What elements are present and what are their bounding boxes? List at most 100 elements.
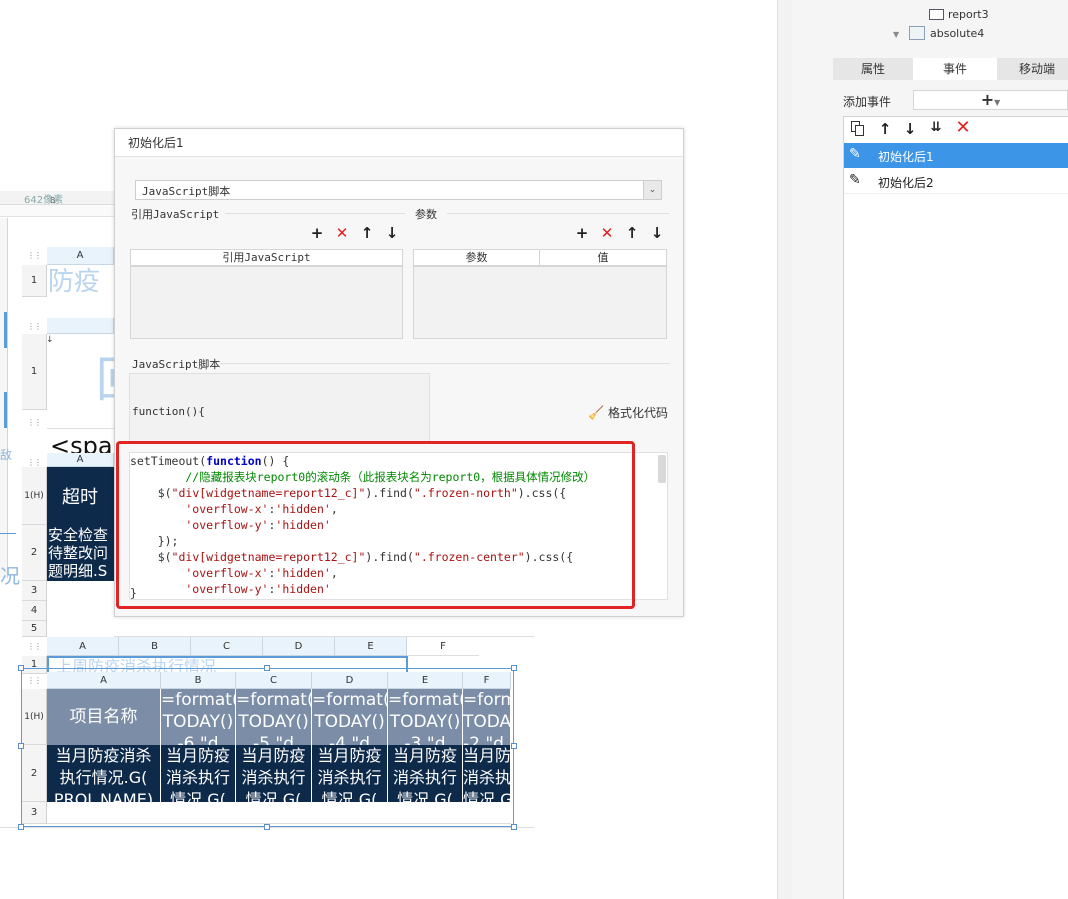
resize-handle-tm[interactable] [264,665,270,671]
grid1-grip[interactable]: ⋮⋮ [27,251,42,260]
left-blue-mark-2 [4,392,7,428]
grid4-grip[interactable]: ⋮⋮ [27,642,42,651]
resize-handle-mr[interactable] [511,743,517,749]
grid4-col-f[interactable]: F [407,637,479,656]
resize-handle-ml[interactable] [18,743,24,749]
ref-js-table[interactable] [130,266,403,339]
grid5-body-f: 当月防疫 消杀执行 情况.G( [463,745,511,802]
tab-properties[interactable]: 属性 [833,58,913,80]
add-event-caret-icon: ▼ [994,98,1001,107]
format-code-button[interactable]: 🧹 格式化代码 [588,404,668,422]
tree-absolute4-label[interactable]: absolute4 [930,27,984,40]
grid5-col-e[interactable]: E [388,672,463,689]
param-delete-icon[interactable]: ✕ [599,225,615,241]
grid5-col-a[interactable]: A [47,672,161,689]
grid5-body-e-text: 当月防疫 消杀执行 情况.G( [392,746,457,802]
grid5-body-d: 当月防疫 消杀执行 情况.G( [312,745,388,802]
grid1-row-1[interactable]: 1 [22,265,47,297]
grid1-col-a[interactable]: A [47,247,114,265]
grid5-col-c[interactable]: C [236,672,312,689]
grid5-row-1h[interactable]: 1(H) [22,689,47,745]
params-column-param[interactable]: 参数 [413,249,540,266]
grid5-header-f-formula: =format( TODAY() [463,690,510,732]
grid2-col-header[interactable] [47,318,114,334]
grid2-arrow: ↓ [46,335,54,345]
grid5-header-c-tail: -5,"d [253,734,294,745]
ref-js-section-label: 引用JavaScript [131,208,220,221]
grid4-col-b[interactable]: B [119,637,191,656]
grid5-header-b-tail: -6,"d [177,734,219,745]
edit-icon: ✎ [849,172,861,188]
side-blue-border [0,533,16,534]
tree-report3-icon [929,9,944,20]
move-down-icon[interactable]: ↓ [902,121,918,137]
tab-mobile[interactable]: 移动端 [997,58,1068,80]
tree-report3-label[interactable]: report3 [948,8,989,21]
event-item-1[interactable]: ✎ 初始化后1 [844,143,1068,168]
panel-scroll-strip[interactable] [777,0,792,899]
grid3-row-2[interactable]: 2 [22,525,47,581]
param-down-icon[interactable]: ↓ [649,225,665,241]
resize-handle-bm[interactable] [264,824,270,830]
grid3-row-4[interactable]: 4 [22,601,47,621]
grid2b-row [47,411,114,429]
grid5-grip[interactable]: ⋮⋮ [27,676,42,685]
grid5-header-c-formula: =format( TODAY() [236,690,312,732]
grid4-col-c[interactable]: C [191,637,263,656]
params-table[interactable] [413,266,667,339]
grid1-cell: 防疫 [48,267,101,297]
grid5-header-e: =format( TODAY() -3,"d [388,689,463,745]
grid3-col-a[interactable]: A [47,453,114,467]
grid3-grip[interactable]: ⋮⋮ [27,458,42,467]
grid5-row-3[interactable]: 3 [22,802,47,824]
ref-delete-icon[interactable]: ✕ [334,225,350,241]
grid5-body-first: 当月防疫消杀 执行情况.G( PROJ_NAME) [47,745,161,802]
grid4-col-e[interactable]: E [335,637,407,656]
add-event-dropdown[interactable]: +▼ [913,90,1068,110]
code-scrollbar[interactable] [658,455,666,483]
script-type-select[interactable]: JavaScript脚本 ⌄ [135,180,662,200]
move-bottom-icon[interactable]: ⇊ [928,120,944,136]
copy-icon[interactable] [851,121,865,136]
param-add-icon[interactable]: + [574,225,590,241]
resize-handle-tr[interactable] [511,665,517,671]
move-up-icon[interactable]: ↑ [877,121,893,137]
grid5-col-b[interactable]: B [161,672,236,689]
grid5-header-first-text: 项目名称 [69,707,138,727]
grid5-header-b: =format( TODAY() -6,"d [161,689,236,745]
edit-icon: ✎ [849,146,861,162]
grid4-col-d[interactable]: D [263,637,335,656]
left-blue-mark-1 [4,312,7,348]
grid2b-grip[interactable]: ⋮⋮ [27,418,42,427]
ref-js-column-header[interactable]: 引用JavaScript [130,249,403,266]
tab-events[interactable]: 事件 [913,58,997,80]
grid3-row-1h[interactable]: 1(H) [22,467,47,525]
grid2-row-1[interactable]: 1 [22,334,47,410]
grid5-row-2[interactable]: 2 [22,745,47,802]
resize-handle-tl[interactable] [18,665,24,671]
ref-add-icon[interactable]: + [309,225,325,241]
grid2-big-char: 回 [96,352,114,408]
grid5-header-d: =format( TODAY() -4,"d [312,689,388,745]
grid4-col-a[interactable]: A [47,637,119,656]
resize-handle-br[interactable] [511,824,517,830]
event-item-2[interactable]: ✎ 初始化后2 [844,169,1068,194]
delete-event-icon[interactable]: ✕ [955,119,971,137]
grid3-header-text: 超时 [62,487,98,508]
highlight-box [116,441,635,609]
grid5-body-f-text: 当月防疫 消杀执行 情况.G( [463,746,511,802]
grid3-row-5[interactable]: 5 [22,621,47,637]
grid2-grip[interactable]: ⋮⋮ [27,322,42,331]
ref-down-icon[interactable]: ↓ [384,225,400,241]
grid5-body-first-text: 当月防疫消杀 执行情况.G( PROJ_NAME) [53,746,154,802]
params-column-value[interactable]: 值 [539,249,667,266]
grid5-body-b: 当月防疫 消杀执行 情况.G( [161,745,236,802]
js-section-divider [220,363,670,364]
grid5-col-f[interactable]: F [463,672,511,689]
ref-up-icon[interactable]: ↑ [359,225,375,241]
grid5-col-d[interactable]: D [312,672,388,689]
grid3-row-3[interactable]: 3 [22,581,47,601]
resize-handle-bl[interactable] [18,824,24,830]
tree-expand-icon[interactable]: ▼ [893,30,899,39]
param-up-icon[interactable]: ↑ [624,225,640,241]
